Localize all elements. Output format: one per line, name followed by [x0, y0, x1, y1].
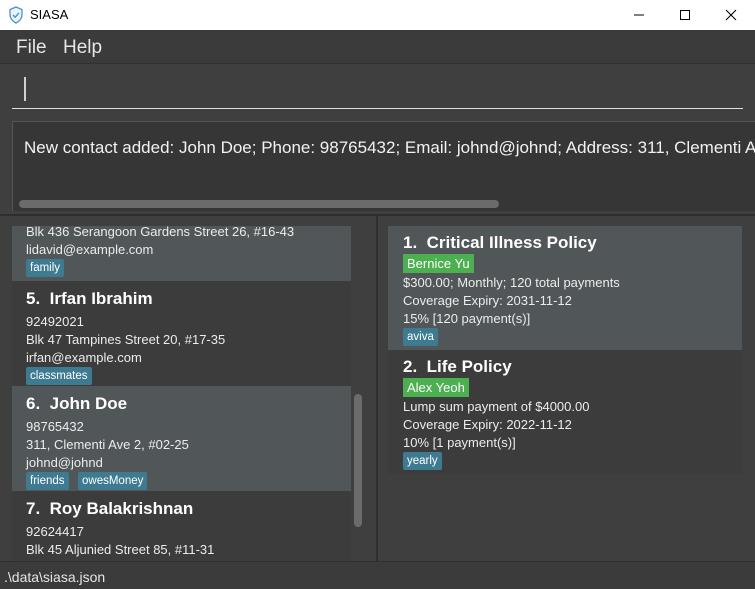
minimize-button[interactable]	[616, 0, 662, 30]
person-email: johnd@johnd	[26, 455, 103, 470]
command-box	[0, 65, 755, 115]
result-display-area: New contact added: John Doe; Phone: 9876…	[0, 115, 755, 215]
person-card[interactable]: 5. Irfan Ibrahim 92492021 Blk 47 Tampine…	[12, 281, 351, 386]
maximize-icon	[680, 10, 690, 20]
person-phone: 98765432	[26, 419, 84, 434]
person-email: irfan@example.com	[26, 350, 142, 365]
person-card[interactable]: 7. Roy Balakrishnan 92624417 Blk 45 Alju…	[12, 491, 351, 561]
policy-title: 1. Critical Illness Policy	[403, 233, 597, 252]
window-title: SIASA	[30, 7, 69, 22]
person-card[interactable]: Blk 436 Serangoon Gardens Street 26, #16…	[12, 226, 351, 281]
title-bar: SIASA	[0, 0, 755, 30]
status-bar: .\data\siasa.json	[0, 561, 755, 589]
person-list[interactable]: Blk 436 Serangoon Gardens Street 26, #16…	[12, 226, 351, 561]
policy-expiry: Coverage Expiry: 2031-11-12	[403, 293, 572, 308]
policy-title: 2. Life Policy	[403, 357, 512, 376]
person-tag: friends	[26, 472, 69, 490]
app-shield-icon	[9, 6, 23, 24]
person-email: lidavid@example.com	[26, 242, 154, 257]
policy-expiry: Coverage Expiry: 2022-11-12	[403, 417, 572, 432]
person-address: Blk 47 Tampines Street 20, #17-35	[26, 332, 226, 347]
person-list-panel: Blk 436 Serangoon Gardens Street 26, #16…	[0, 216, 376, 561]
close-icon	[725, 9, 737, 21]
person-address: 311, Clementi Ave 2, #02-25	[26, 437, 189, 452]
policy-client-badge: Alex Yeoh	[403, 378, 469, 397]
minimize-icon	[634, 14, 644, 16]
policy-list-panel[interactable]: 1. Critical Illness Policy Bernice Yu $3…	[378, 216, 755, 561]
policy-payment: Lump sum payment of $4000.00	[403, 399, 590, 414]
person-phone: 92492021	[26, 314, 84, 329]
person-tag: family	[26, 259, 65, 277]
policy-commission: 10% [1 payment(s)]	[403, 435, 516, 450]
policy-tag: aviva	[403, 328, 438, 346]
maximize-button[interactable]	[662, 0, 708, 30]
person-list-scroll-thumb[interactable]	[354, 394, 362, 527]
result-horizontal-scrollbar[interactable]	[19, 200, 499, 208]
menu-help[interactable]: Help	[63, 37, 102, 59]
person-tag: owesMoney	[78, 472, 148, 490]
person-name: 7. Roy Balakrishnan	[26, 499, 194, 518]
close-button[interactable]	[708, 0, 754, 30]
menu-file[interactable]: File	[16, 37, 47, 59]
menu-bar: File Help	[0, 30, 755, 64]
person-name: 5. Irfan Ibrahim	[26, 289, 153, 308]
person-address: Blk 436 Serangoon Gardens Street 26, #16…	[26, 226, 295, 239]
policy-card[interactable]: 2. Life Policy Alex Yeoh Lump sum paymen…	[388, 350, 742, 474]
result-message: New contact added: John Doe; Phone: 9876…	[24, 138, 755, 157]
policy-client-badge: Bernice Yu	[403, 254, 474, 273]
person-phone: 92624417	[26, 524, 84, 539]
person-tag: classmates	[26, 367, 92, 385]
command-input[interactable]	[12, 75, 743, 109]
policy-tag: yearly	[403, 452, 442, 470]
person-address: Blk 45 Aljunied Street 85, #11-31	[26, 542, 215, 557]
result-display[interactable]: New contact added: John Doe; Phone: 9876…	[12, 121, 755, 211]
policy-payment: $300.00; Monthly; 120 total payments	[403, 275, 620, 290]
text-caret	[24, 77, 26, 101]
person-name: 6. John Doe	[26, 394, 128, 413]
policy-commission: 15% [120 payment(s)]	[403, 311, 531, 326]
save-file-path: .\data\siasa.json	[4, 569, 106, 585]
person-card[interactable]: 6. John Doe 98765432 311, Clementi Ave 2…	[12, 386, 351, 491]
policy-card[interactable]: 1. Critical Illness Policy Bernice Yu $3…	[388, 226, 742, 350]
